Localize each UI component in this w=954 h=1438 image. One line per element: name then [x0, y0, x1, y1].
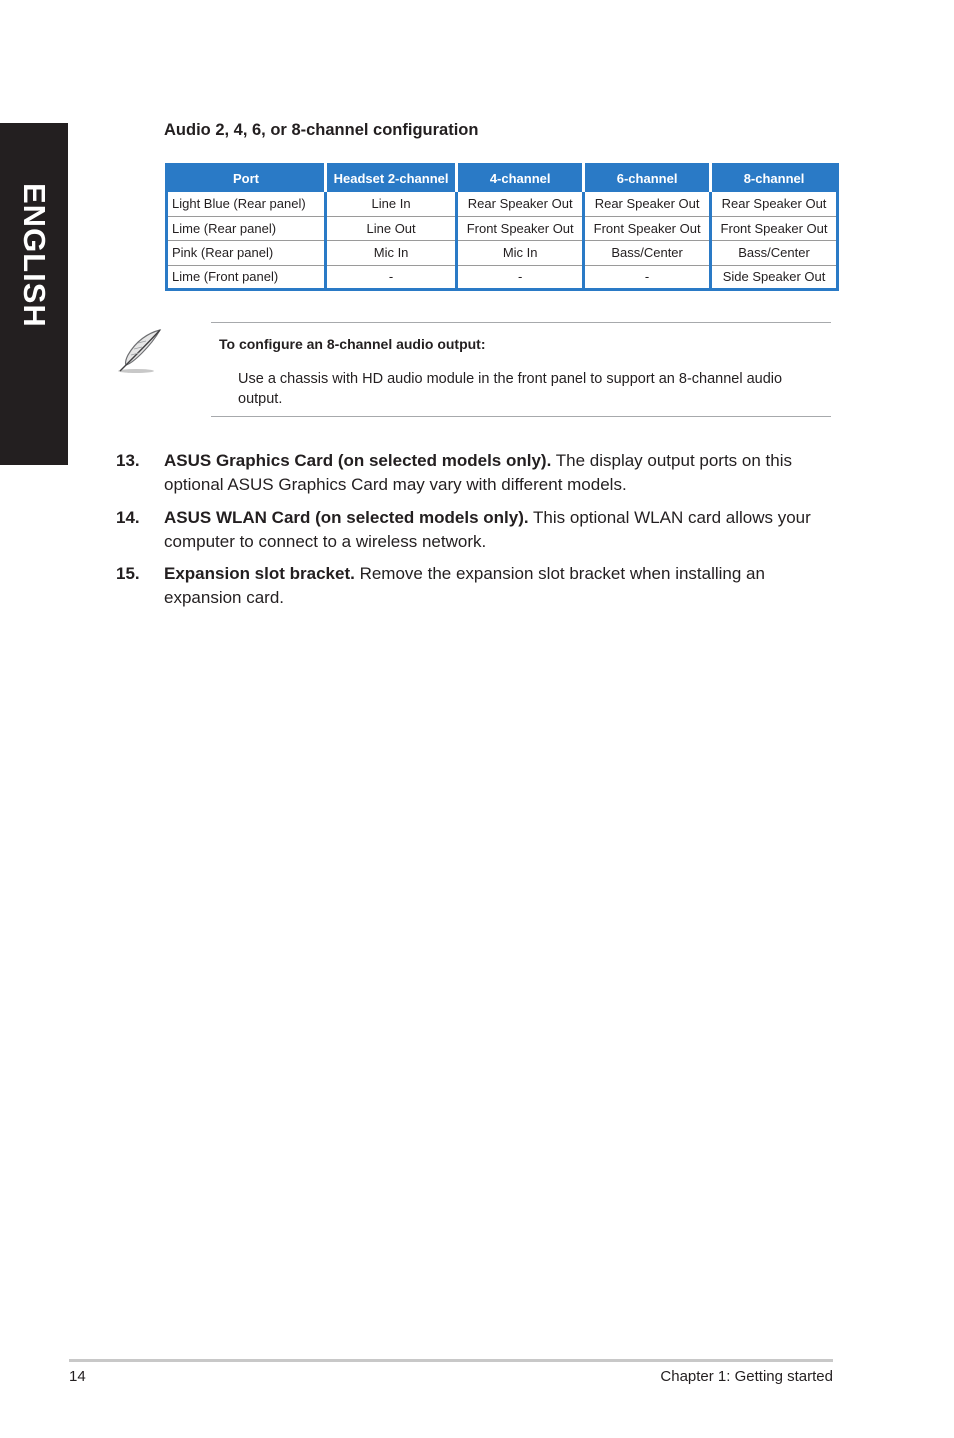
table-cell: Lime (Front panel)	[166, 264, 326, 290]
table-cell: Side Speaker Out	[709, 264, 838, 290]
table-row: Lime (Front panel) - - - Side Speaker Ou…	[166, 264, 838, 290]
page-number: 14	[69, 1368, 86, 1385]
language-side-tab: ENGLISH	[0, 123, 68, 465]
table-row: Lime (Rear panel) Line Out Front Speaker…	[166, 215, 838, 241]
table-cell: Mic In	[323, 240, 457, 265]
table-cell: Rear Speaker Out	[455, 191, 584, 216]
note-title: To configure an 8-channel audio output:	[219, 336, 486, 352]
table-cell: -	[455, 264, 584, 290]
header-8ch: 8-channel	[709, 164, 838, 192]
item-heading: Expansion slot bracket.	[164, 564, 355, 583]
footer-divider	[69, 1359, 833, 1362]
item-heading: ASUS Graphics Card (on selected models o…	[164, 451, 552, 470]
note-text: Use a chassis with HD audio module in th…	[238, 371, 783, 407]
item-heading: ASUS WLAN Card (on selected models only)…	[164, 508, 529, 527]
language-label: ENGLISH	[17, 183, 52, 328]
table-cell: Mic In	[455, 240, 584, 265]
table-cell: Bass/Center	[582, 240, 711, 265]
table-cell: Front Speaker Out	[709, 215, 838, 241]
item-number: 13.	[116, 451, 140, 470]
table-cell: Light Blue (Rear panel)	[172, 196, 306, 211]
table-cell: Front Speaker Out	[582, 215, 711, 241]
audio-config-table: Port Headset 2-channel 4-channel 6-chann…	[165, 163, 839, 291]
header-6ch: 6-channel	[582, 164, 711, 192]
table-row: Light Blue (Rear panel) Line In Rear Spe…	[167, 191, 838, 216]
feather-pen-icon	[114, 327, 164, 377]
table-header-row: Port Headset 2-channel 4-channel 6-chann…	[166, 164, 838, 192]
chapter-title: Chapter 1: Getting started	[660, 1368, 833, 1385]
table-cell: -	[582, 264, 711, 290]
header-4ch: 4-channel	[455, 164, 584, 192]
table-cell: Rear Speaker Out	[709, 191, 838, 216]
table-cell: Rear Speaker Out	[582, 191, 711, 216]
table-cell: Bass/Center	[709, 240, 838, 265]
table-cell: Lime (Rear panel)	[166, 215, 326, 241]
table-cell: Line Out	[323, 215, 457, 241]
note-box: To configure an 8-channel audio output: …	[211, 322, 831, 417]
table-row: Pink (Rear panel) Mic In Mic In Bass/Cen…	[166, 240, 838, 265]
section-title: Audio 2, 4, 6, or 8-channel configuratio…	[164, 121, 479, 139]
table-cell: -	[323, 264, 457, 290]
table-cell: Line In	[323, 191, 457, 216]
table-cell: Front Speaker Out	[455, 215, 584, 241]
table-cell: Pink (Rear panel)	[166, 240, 326, 265]
header-headset-2ch: Headset 2-channel	[323, 164, 457, 192]
item-number: 14.	[116, 508, 140, 527]
item-number: 15.	[116, 564, 140, 583]
header-port: Port	[166, 164, 326, 192]
